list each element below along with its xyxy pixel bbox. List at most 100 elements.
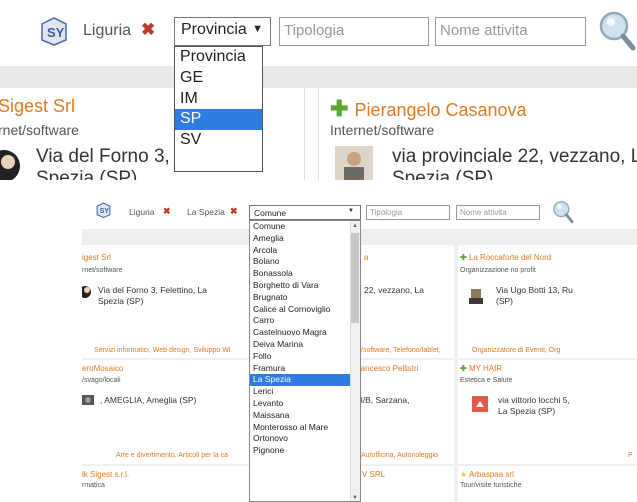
dropdown-option[interactable]: Follo — [250, 351, 360, 363]
card-title[interactable]: eroMosaico — [82, 364, 123, 373]
dropdown-option[interactable]: Provincia — [175, 47, 262, 68]
dropdown-option[interactable]: Arcola — [250, 245, 360, 257]
plus-icon: ✚ — [330, 96, 349, 121]
comune-dropdown-list[interactable]: Comune Ameglia Arcola Bolano Bonassola B… — [249, 220, 361, 502]
dropdown-option[interactable]: Brugnato — [250, 292, 360, 304]
dropdown-option[interactable]: Carro — [250, 315, 360, 327]
tipologia-input[interactable]: Tipologia — [279, 17, 429, 46]
card-address: , AMEGLIA, Ameglia (SP) — [100, 395, 197, 405]
card-title[interactable]: lk Sigest s.r.l. — [82, 470, 129, 479]
svg-text:SY: SY — [100, 208, 110, 215]
card-thumbnail — [472, 396, 488, 412]
province-dropdown-list[interactable]: Provincia GE IM SP SV — [174, 46, 263, 172]
business-card[interactable]: lk Sigest s.r.l. rmatica — [82, 466, 252, 502]
card-address: Via del Forno 3, Felettino, La — [98, 285, 207, 295]
business-card[interactable]: ✚ MY HAIR Estetica e Salute via vittorio… — [458, 360, 637, 464]
province-label: La Spezia — [187, 207, 225, 217]
card-address-line2: La Spezia (SP) — [498, 406, 556, 416]
card-title[interactable]: ✚ La Roccaforte del Nord — [460, 253, 551, 262]
card-tags: /software, Telefono/tablet, — [361, 347, 441, 354]
chevron-down-icon: ▼ — [252, 23, 263, 35]
scroll-up-arrow-icon[interactable]: ▲ — [350, 221, 360, 231]
card-title[interactable]: ★ Arbaspaa srl — [460, 470, 514, 479]
dropdown-option[interactable]: IM — [175, 89, 262, 110]
dropdown-option[interactable]: Calice al Cornoviglio — [250, 304, 360, 316]
dropdown-option[interactable]: Castelnuovo Magra — [250, 327, 360, 339]
card-title-text: Arbaspaa srl — [468, 470, 514, 479]
scroll-down-arrow-icon[interactable]: ▼ — [350, 493, 360, 501]
dropdown-option[interactable]: Deiva Marina — [250, 339, 360, 351]
card-address: via vittorio locchi 5, — [498, 395, 570, 405]
card-title-text: La Roccaforte del Nord — [468, 253, 552, 262]
card-title[interactable]: V SRL — [362, 470, 385, 479]
card-title[interactable]: rancesco Pellistri — [358, 364, 418, 373]
nome-attivita-input[interactable]: Nome attivita — [435, 17, 586, 46]
dropdown-option-selected[interactable]: SP — [175, 109, 262, 131]
dropdown-option[interactable]: Framura — [250, 363, 360, 375]
card-category: /svago/locali — [82, 377, 121, 384]
dropdown-scrollbar[interactable]: ▲ ▼ — [350, 221, 360, 501]
card-thumbnail — [335, 146, 373, 180]
dropdown-option-selected[interactable]: La Spezia — [250, 374, 360, 387]
dropdown-option[interactable]: Bolano — [250, 256, 360, 268]
business-card[interactable]: ✚ La Roccaforte del Nord Organizzazione … — [458, 245, 637, 358]
dropdown-option[interactable]: Comune — [250, 221, 360, 233]
remove-province-icon[interactable]: ✖ — [230, 206, 238, 217]
card-address-line2: Spezia (SP) — [36, 168, 138, 180]
chevron-down-icon: ▼ — [348, 208, 354, 214]
dropdown-option[interactable]: SV — [175, 130, 262, 151]
card-tags: Organizzatore di Eventi, Org — [472, 347, 561, 354]
toolbar-separator — [0, 66, 637, 88]
app-logo-icon: SY — [96, 202, 111, 218]
star-icon: ★ — [460, 470, 468, 479]
card-thumbnail — [82, 286, 91, 298]
search-icon[interactable] — [552, 200, 574, 224]
zoomed-panel: SY Liguria ✖ Provincia ▼ Tipologia Nome … — [0, 0, 637, 180]
card-title[interactable]: ✚ Pierangelo Casanova — [330, 96, 527, 122]
dropdown-option[interactable]: Maissana — [250, 410, 360, 422]
card-tags: Autofficina, Autonoleggio — [361, 452, 438, 459]
card-title-text: MY HAIR — [468, 364, 503, 373]
province-select[interactable]: Provincia ▼ — [174, 17, 271, 46]
card-category: rnet/software — [82, 267, 123, 274]
dropdown-option[interactable]: Bonassola — [250, 268, 360, 280]
card-address: via provinciale 22, vezzano, La — [392, 146, 637, 167]
dropdown-option[interactable]: GE — [175, 68, 262, 89]
card-title[interactable]: a — [364, 253, 368, 262]
business-card[interactable]: ★ Arbaspaa srl Tour/visite turistiche — [458, 466, 637, 502]
dropdown-option[interactable]: Pignone — [250, 445, 360, 457]
scrollbar-thumb[interactable] — [351, 233, 359, 323]
card-thumbnail — [82, 395, 94, 405]
dropdown-option[interactable]: Ortonovo — [250, 433, 360, 445]
screenshot-root: SY Liguria ✖ Provincia ▼ Tipologia Nome … — [0, 0, 637, 502]
card-tags: P — [628, 452, 633, 459]
remove-region-icon[interactable]: ✖ — [163, 206, 171, 217]
full-panel: SY Liguria ✖ La Spezia ✖ Comune ▼ Tipolo… — [82, 195, 637, 502]
card-tags: Servizi informatici, Web design, Svilupp… — [94, 347, 231, 354]
card-category: Estetica e Salute — [460, 377, 513, 384]
card-category: Organizzazione no profit — [460, 267, 536, 274]
card-address-line2: Spezia (SP) — [98, 296, 144, 306]
business-card[interactable]: eroMosaico /svago/locali , AMEGLIA, Ameg… — [82, 360, 252, 464]
dropdown-option[interactable]: Ameglia — [250, 233, 360, 245]
remove-region-icon[interactable]: ✖ — [141, 20, 155, 40]
card-title-text: Pierangelo Casanova — [354, 100, 527, 120]
card-title[interactable]: Sigest Srl — [0, 96, 75, 117]
card-category: Tour/visite turistiche — [460, 482, 522, 489]
dropdown-option[interactable]: Monterosso al Mare — [250, 422, 360, 434]
comune-select[interactable]: Comune ▼ — [249, 205, 361, 220]
app-logo-icon: SY — [41, 17, 67, 46]
plus-icon: ✚ — [460, 364, 467, 373]
card-address-line2: Spezia (SP) — [392, 168, 494, 180]
card-title[interactable]: ✚ MY HAIR — [460, 364, 502, 373]
dropdown-option[interactable]: Borghetto di Vara — [250, 280, 360, 292]
tipologia-input[interactable]: Tipologia — [366, 205, 450, 220]
business-card[interactable]: ✚ Pierangelo Casanova Internet/software v… — [318, 88, 637, 180]
card-address: 22, vezzano, La — [364, 285, 425, 295]
business-card[interactable]: igest Srl rnet/software Via del Forno 3,… — [82, 245, 252, 358]
dropdown-option[interactable]: Lerici — [250, 386, 360, 398]
search-icon[interactable] — [598, 10, 636, 52]
dropdown-option[interactable]: Levanto — [250, 398, 360, 410]
nome-attivita-input[interactable]: Nome attivita — [456, 205, 540, 220]
card-title[interactable]: igest Srl — [82, 253, 111, 262]
